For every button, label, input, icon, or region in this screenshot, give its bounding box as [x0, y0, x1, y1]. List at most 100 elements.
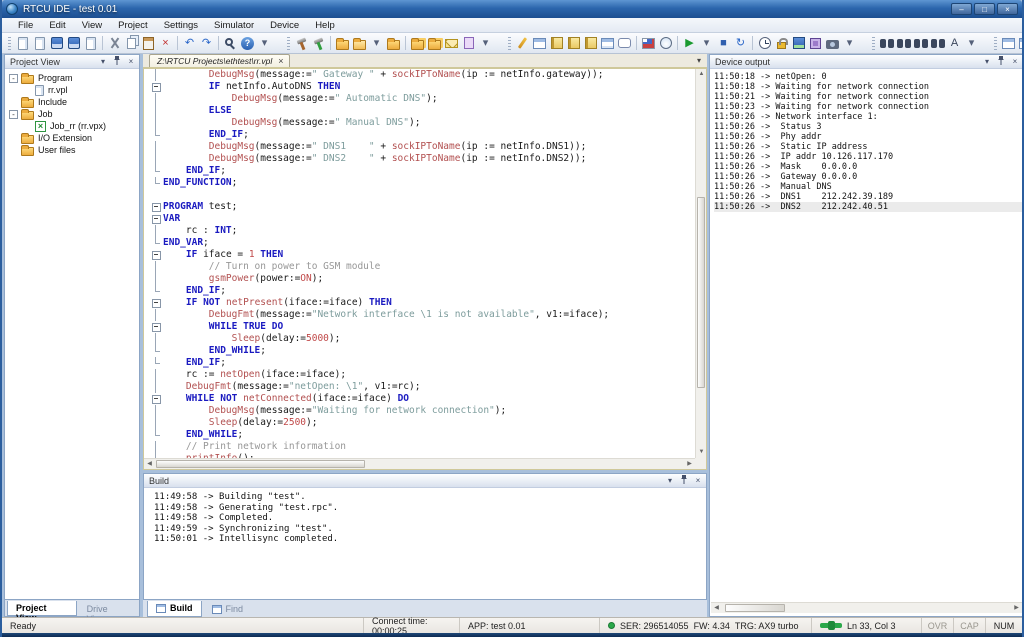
code-line[interactable]: END_FUNCTION;	[144, 177, 695, 189]
clipboard-paste-icon[interactable]	[140, 35, 157, 52]
folders-copy-icon[interactable]	[409, 35, 426, 52]
horizontal-scroll-thumb[interactable]	[156, 460, 365, 468]
tab-close-icon[interactable]: ×	[278, 56, 283, 66]
fold-collapse-icon[interactable]	[151, 213, 163, 225]
code-line[interactable]: VAR	[144, 213, 695, 225]
purple-note-icon[interactable]	[460, 35, 477, 52]
close-button[interactable]: ×	[997, 3, 1018, 15]
vertical-scroll-thumb[interactable]	[697, 197, 705, 388]
build-hammer-icon[interactable]	[293, 35, 310, 52]
az-sort-icon[interactable]: A	[946, 35, 963, 52]
code-line[interactable]: END_IF;	[144, 357, 695, 369]
code-line[interactable]: END_IF;	[144, 285, 695, 297]
menu-item-view[interactable]: View	[74, 19, 110, 32]
fold-collapse-icon[interactable]	[151, 297, 163, 309]
stop-square-icon[interactable]: ■	[715, 35, 732, 52]
copy-pages-icon[interactable]	[123, 35, 140, 52]
tree-item-program[interactable]: -Program	[7, 72, 137, 84]
menu-item-simulator[interactable]: Simulator	[206, 19, 262, 32]
code-line[interactable]: END_IF;	[144, 165, 695, 177]
magnifier-icon[interactable]	[222, 35, 239, 52]
menu-item-settings[interactable]: Settings	[156, 19, 206, 32]
run-play-icon[interactable]: ▶	[681, 35, 698, 52]
code-line[interactable]: Sleep(delay:=5000);	[144, 333, 695, 345]
pin-icon[interactable]	[996, 56, 1006, 67]
toolbar-overflow-icon[interactable]: ▾	[841, 35, 858, 52]
code-line[interactable]: Sleep(delay:=2500);	[144, 417, 695, 429]
folder-dropdown-caret-icon[interactable]: ▾	[368, 35, 385, 52]
code-line[interactable]: rc : INT;	[144, 225, 695, 237]
menu-item-edit[interactable]: Edit	[41, 19, 73, 32]
code-line[interactable]: IF iface = 1 THEN	[144, 249, 695, 261]
split-window-icon[interactable]	[1017, 35, 1024, 52]
tab-build[interactable]: Build	[147, 601, 202, 617]
scroll-right-arrow-icon[interactable]: ▶	[1011, 603, 1022, 614]
new-page-icon[interactable]	[14, 35, 31, 52]
scroll-left-arrow-icon[interactable]: ◀	[711, 603, 722, 614]
run-dropdown-caret-icon[interactable]: ▾	[698, 35, 715, 52]
code-line[interactable]: IF NOT netPresent(iface:=iface) THEN	[144, 297, 695, 309]
device-horizontal-scrollbar[interactable]: ◀ ▶	[711, 602, 1022, 613]
code-line[interactable]: END_WHILE;	[144, 345, 695, 357]
gauge-icon[interactable]	[657, 35, 674, 52]
tab-drive-view[interactable]: Drive View	[78, 601, 137, 616]
title-bar[interactable]: RTCU IDE - test 0.01 – □ ×	[2, 0, 1022, 18]
find-in-files-binoculars-icon[interactable]	[895, 35, 912, 52]
menu-item-device[interactable]: Device	[262, 19, 307, 32]
code-editor[interactable]: DebugMsg(message:=" Gateway " + sockIPTo…	[143, 68, 707, 470]
help-circle-icon[interactable]: ?	[239, 35, 256, 52]
panel-menu-chevron-icon[interactable]: ▾	[982, 57, 992, 66]
envelope-icon[interactable]	[443, 35, 460, 52]
code-line[interactable]: DebugMsg(message:=" Automatic DNS");	[144, 93, 695, 105]
close-icon[interactable]: ×	[126, 57, 136, 66]
tree-item-job-rr-rr-vpx-[interactable]: ×Job_rr (rr.vpx)	[7, 120, 137, 132]
code-line[interactable]: DebugMsg(message:=" DNS2 " + sockIPToNam…	[144, 153, 695, 165]
tree-expander-icon[interactable]: -	[9, 74, 18, 83]
new-window-icon[interactable]	[1000, 35, 1017, 52]
panel-menu-chevron-icon[interactable]: ▾	[665, 476, 675, 485]
undo-arrow-icon[interactable]: ↶	[181, 35, 198, 52]
code-line[interactable]: WHILE NOT netConnected(iface:=iface) DO	[144, 393, 695, 405]
project-folder-icon[interactable]	[385, 35, 402, 52]
find-prev-binoculars-icon[interactable]	[929, 35, 946, 52]
code-line[interactable]: // Turn on power to GSM module	[144, 261, 695, 273]
tree-item-i-o-extension[interactable]: I/O Extension	[7, 132, 137, 144]
code-line[interactable]: DebugFmt(message:="netOpen: \1", v1:=rc)…	[144, 381, 695, 393]
fold-collapse-icon[interactable]	[151, 81, 163, 93]
find-binoculars-icon[interactable]	[878, 35, 895, 52]
open-project-folder-icon[interactable]	[351, 35, 368, 52]
scroll-down-arrow-icon[interactable]: ▼	[696, 447, 707, 458]
watch-window-icon[interactable]	[531, 35, 548, 52]
rebuild-hammer-icon[interactable]	[310, 35, 327, 52]
code-line[interactable]: PROGRAM test;	[144, 201, 695, 213]
menu-item-file[interactable]: File	[10, 19, 41, 32]
code-line[interactable]: // Print network information	[144, 441, 695, 453]
document-tab[interactable]: Z:\RTCU Projects\ethtest\rr.vpl ×	[149, 54, 290, 67]
code-line[interactable]: DebugMsg(message:=" Manual DNS");	[144, 117, 695, 129]
page-export-icon[interactable]	[82, 35, 99, 52]
toolbar-overflow-icon[interactable]: ▾	[477, 35, 494, 52]
pin-icon[interactable]	[112, 56, 122, 67]
tree-expander-icon[interactable]: -	[9, 110, 18, 119]
toolbar-grip-handle[interactable]	[872, 37, 875, 50]
toolbar-overflow-icon[interactable]: ▾	[256, 35, 273, 52]
camera-icon[interactable]	[824, 35, 841, 52]
scroll-right-arrow-icon[interactable]: ▶	[684, 459, 695, 470]
toolbar-overflow-icon[interactable]: ▾	[963, 35, 980, 52]
code-line[interactable]: rc := netOpen(iface:=iface);	[144, 369, 695, 381]
code-line[interactable]: DebugMsg(message:=" DNS1 " + sockIPToNam…	[144, 141, 695, 153]
menu-item-project[interactable]: Project	[110, 19, 156, 32]
fold-collapse-icon[interactable]	[151, 321, 163, 333]
fold-collapse-icon[interactable]	[151, 393, 163, 405]
folders-send-icon[interactable]	[426, 35, 443, 52]
close-icon[interactable]: ×	[693, 476, 703, 485]
chip-icon[interactable]	[807, 35, 824, 52]
code-line[interactable]: END_WHILE;	[144, 429, 695, 441]
delete-x-icon[interactable]: ×	[157, 35, 174, 52]
new-project-folder-icon[interactable]	[334, 35, 351, 52]
minimize-button[interactable]: –	[951, 3, 972, 15]
code-line[interactable]: WHILE TRUE DO	[144, 321, 695, 333]
scroll-up-arrow-icon[interactable]: ▲	[696, 69, 707, 80]
code-line[interactable]: DebugFmt(message:="Network interface \1 …	[144, 309, 695, 321]
save-all-floppy-icon[interactable]	[65, 35, 82, 52]
